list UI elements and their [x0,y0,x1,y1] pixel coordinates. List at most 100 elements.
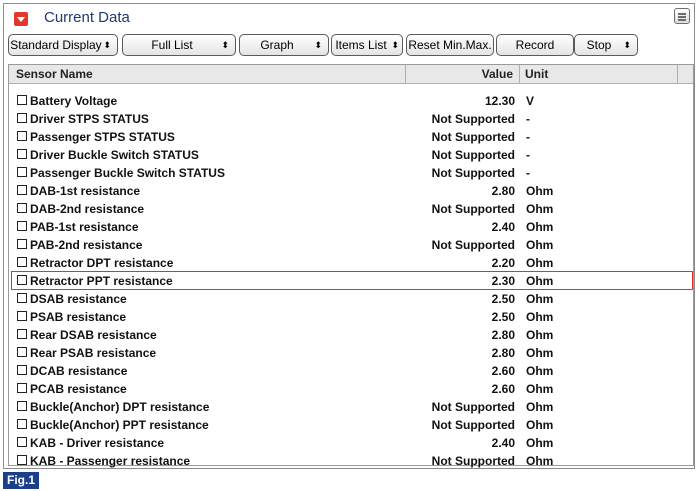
unit-cell: Ohm [526,274,554,288]
sensor-name-cell: PCAB resistance [30,382,127,396]
row-checkbox[interactable] [17,293,27,303]
row-checkbox[interactable] [17,437,27,447]
spinner-icon: ⬍ [103,40,111,50]
value-cell: Not Supported [431,166,515,180]
table-row[interactable]: DAB-2nd resistance Not Supported Ohm [9,200,693,218]
full-list-select[interactable]: Full List ⬍ [122,34,236,56]
table-row[interactable]: DAB-1st resistance 2.80 Ohm [9,182,693,200]
table-row[interactable]: Rear DSAB resistance 2.80 Ohm [9,326,693,344]
table-row[interactable]: KAB - Driver resistance 2.40 Ohm [9,434,693,452]
row-checkbox[interactable] [17,311,27,321]
sensor-name-cell: Retractor DPT resistance [30,256,174,270]
value-cell: 2.40 [491,436,515,450]
items-list-select[interactable]: Items List ⬍ [331,34,403,56]
table-row[interactable]: DCAB resistance 2.60 Ohm [9,362,693,380]
graph-select[interactable]: Graph ⬍ [239,34,329,56]
row-checkbox[interactable] [17,185,27,195]
table-row[interactable]: Passenger Buckle Switch STATUS Not Suppor… [9,164,693,182]
unit-cell: Ohm [526,454,554,468]
window-title: Current Data [44,9,130,26]
row-checkbox[interactable] [17,401,27,411]
stop-select[interactable]: Stop ⬍ [574,34,638,56]
row-checkbox[interactable] [17,257,27,267]
standard-display-select[interactable]: Standard Display ⬍ [8,34,118,56]
row-checkbox[interactable] [17,455,27,465]
table-row[interactable]: KAB - Passenger resistance Not Supported O… [9,452,693,470]
row-checkbox[interactable] [17,275,27,285]
row-checkbox[interactable] [17,221,27,231]
unit-cell: - [526,130,530,144]
standard-display-label: Standard Display [10,38,102,52]
column-header-sensor-name[interactable]: Sensor Name [16,67,93,81]
full-list-label: Full List [151,38,193,52]
figure-label: Fig.1 [3,472,40,489]
unit-cell: Ohm [526,256,554,270]
value-cell: 2.30 [491,274,515,288]
record-button[interactable]: Record [496,34,574,56]
stop-label: Stop [586,38,612,52]
row-checkbox[interactable] [17,95,27,105]
row-checkbox[interactable] [17,383,27,393]
sensor-name-cell: Driver STPS STATUS [30,112,149,126]
table-row[interactable]: Battery Voltage 12.30 V [9,92,693,110]
table-row[interactable]: PAB-2nd resistance Not Supported Ohm [9,236,693,254]
sensor-name-cell: Battery Voltage [30,94,118,108]
row-checkbox[interactable] [17,131,27,141]
table-row[interactable]: Driver Buckle Switch STATUS Not Supported… [9,146,693,164]
sensor-name-cell: KAB - Driver resistance [30,436,165,450]
table-row[interactable]: Buckle(Anchor) PPT resistance Not Support… [9,416,693,434]
sensor-name-cell: KAB - Passenger resistance [30,454,191,468]
row-checkbox[interactable] [17,365,27,375]
row-checkbox[interactable] [17,149,27,159]
table-row[interactable]: DSAB resistance 2.50 Ohm [9,290,693,308]
row-checkbox[interactable] [17,419,27,429]
sensor-name-cell: Buckle(Anchor) DPT resistance [30,400,210,414]
value-cell: Not Supported [431,202,515,216]
collapse-arrow-icon[interactable] [14,12,28,26]
column-header-value[interactable]: Value [405,65,519,83]
unit-cell: Ohm [526,310,554,324]
list-menu-icon[interactable] [674,8,690,24]
reset-min-max-button[interactable]: Reset Min.Max. [406,34,494,56]
row-checkbox[interactable] [17,329,27,339]
toolbar: Standard Display ⬍ Full List ⬍ Graph ⬍ I… [8,34,648,58]
table-row[interactable]: Retractor DPT resistance 2.20 Ohm [9,254,693,272]
row-checkbox[interactable] [17,347,27,357]
table-row[interactable]: Buckle(Anchor) DPT resistance Not Support… [9,398,693,416]
row-checkbox[interactable] [17,203,27,213]
spinner-icon: ⬍ [221,40,229,50]
unit-cell: Ohm [526,364,554,378]
row-checkbox[interactable] [17,167,27,177]
sensor-name-cell: Buckle(Anchor) PPT resistance [30,418,209,432]
row-checkbox[interactable] [17,113,27,123]
row-checkbox[interactable] [17,239,27,249]
value-cell: Not Supported [431,130,515,144]
unit-cell: Ohm [526,202,554,216]
sensor-name-cell: Rear PSAB resistance [30,346,157,360]
value-cell: Not Supported [431,400,515,414]
value-cell: Not Supported [431,454,515,468]
items-list-label: Items List [335,38,387,52]
record-label: Record [515,38,555,52]
unit-cell: Ohm [526,292,554,306]
sensor-name-cell: DCAB resistance [30,364,128,378]
table-row[interactable]: PSAB resistance 2.50 Ohm [9,308,693,326]
sensor-name-cell: Passenger STPS STATUS [30,130,175,144]
value-cell: 2.50 [491,310,515,324]
current-data-table: Sensor Name Value Unit Battery Voltage 12… [8,64,694,468]
table-row[interactable]: Rear PSAB resistance 2.80 Ohm [9,344,693,362]
value-cell: Not Supported [431,148,515,162]
table-row[interactable]: Passenger STPS STATUS Not Supported - [9,128,693,146]
unit-cell: Ohm [526,220,554,234]
column-header-unit[interactable]: Unit [519,65,620,83]
unit-cell: V [526,94,535,108]
table-row[interactable]: Driver STPS STATUS Not Supported - [9,110,693,128]
table-row[interactable]: Retractor PPT resistance 2.30 Ohm [9,271,693,290]
sensor-name-cell: PAB-2nd resistance [30,238,143,252]
table-row[interactable]: PCAB resistance 2.60 Ohm [9,380,693,398]
value-cell: 2.80 [491,346,515,360]
sensor-name-cell: PAB-1st resistance [30,220,139,234]
table-row[interactable]: PAB-1st resistance 2.40 Ohm [9,218,693,236]
value-cell: 2.40 [491,220,515,234]
value-cell: 2.50 [491,292,515,306]
